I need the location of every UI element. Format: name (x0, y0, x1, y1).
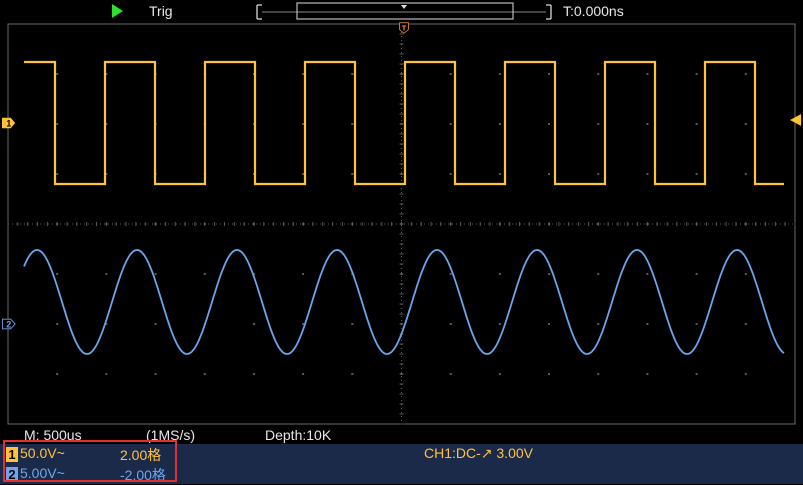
grid-dot (498, 173, 501, 175)
ch2-level-marker[interactable]: 2 (2, 318, 16, 330)
grid-dot (498, 323, 501, 325)
grid-dot (351, 123, 354, 125)
grid-dot (449, 323, 452, 325)
grid-dot (154, 373, 157, 375)
grid-dot (548, 373, 551, 375)
grid-dot (498, 373, 501, 375)
grid-dot (56, 273, 59, 275)
grid-dot (154, 273, 157, 275)
grid-dot (695, 73, 698, 75)
highlight-annotation-box (3, 440, 177, 482)
trigger-position-marker[interactable]: T (397, 22, 411, 34)
grid-dot (597, 323, 600, 325)
grid-dot (56, 73, 59, 75)
trigger-level-arrow-icon[interactable] (789, 114, 803, 126)
grid-dot (646, 123, 649, 125)
ch2-sine-waveform (23, 249, 785, 355)
grid-dot (154, 323, 157, 325)
grid-dot (548, 123, 551, 125)
memory-depth-readout: Depth:10K (265, 427, 332, 443)
grid-dot (56, 323, 59, 325)
grid-dot (646, 373, 649, 375)
grid-dot (302, 73, 305, 75)
grid-dot (351, 173, 354, 175)
grid-dot (548, 73, 551, 75)
grid-dot (548, 273, 551, 275)
grid-dot (351, 323, 354, 325)
grid-dot (302, 323, 305, 325)
grid-dot (646, 273, 649, 275)
svg-text:1: 1 (6, 119, 11, 129)
grid-dot (597, 273, 600, 275)
grid-dot (744, 123, 747, 125)
memory-position-bar[interactable] (0, 0, 803, 22)
grid-dot (695, 173, 698, 175)
grid-dot (252, 373, 255, 375)
grid-dot (351, 73, 354, 75)
grid-dot (597, 373, 600, 375)
grid-dot (597, 173, 600, 175)
grid-dot (646, 323, 649, 325)
grid-dot (498, 273, 501, 275)
grid-dot (744, 173, 747, 175)
grid-dot (646, 173, 649, 175)
trigger-settings-readout[interactable]: CH1:DC-↗ 3.00V (424, 445, 533, 462)
grid-dot (449, 123, 452, 125)
grid-dot (695, 123, 698, 125)
grid-dot (351, 373, 354, 375)
grid-dot (252, 323, 255, 325)
grid-dot (203, 373, 206, 375)
grid-dot (744, 73, 747, 75)
grid-dot (646, 73, 649, 75)
grid-dot (56, 373, 59, 375)
grid-dot (744, 323, 747, 325)
grid-dot (449, 73, 452, 75)
grid-dot (449, 173, 452, 175)
grid-dot (449, 373, 452, 375)
grid-dot (56, 123, 59, 125)
grid-dot (105, 273, 108, 275)
grid-dot (449, 273, 452, 275)
grid-dot (548, 173, 551, 175)
grid-dot (597, 123, 600, 125)
svg-text:2: 2 (6, 320, 11, 330)
time-position-readout: T:0.000ns (563, 3, 624, 19)
top-status-bar: Trig T:0.000ns (0, 0, 803, 22)
grid-dot (498, 73, 501, 75)
grid-dot (203, 273, 206, 275)
grid-dot (744, 373, 747, 375)
waveform-display[interactable] (0, 22, 803, 426)
grid-dot (695, 373, 698, 375)
grid-dot (498, 123, 501, 125)
ch1-square-waveform (24, 60, 784, 186)
grid-dot (302, 273, 305, 275)
svg-text:T: T (402, 23, 407, 32)
grid-dot (105, 373, 108, 375)
ch1-level-marker[interactable]: 1 (2, 117, 16, 129)
grid-dot (302, 123, 305, 125)
grid-dot (56, 173, 59, 175)
grid-dot (597, 73, 600, 75)
graticule (7, 23, 796, 425)
grid-dot (695, 273, 698, 275)
grid-dot (548, 323, 551, 325)
grid-dot (302, 373, 305, 375)
grid-dot (744, 273, 747, 275)
grid-dot (302, 173, 305, 175)
grid-dot (695, 323, 698, 325)
